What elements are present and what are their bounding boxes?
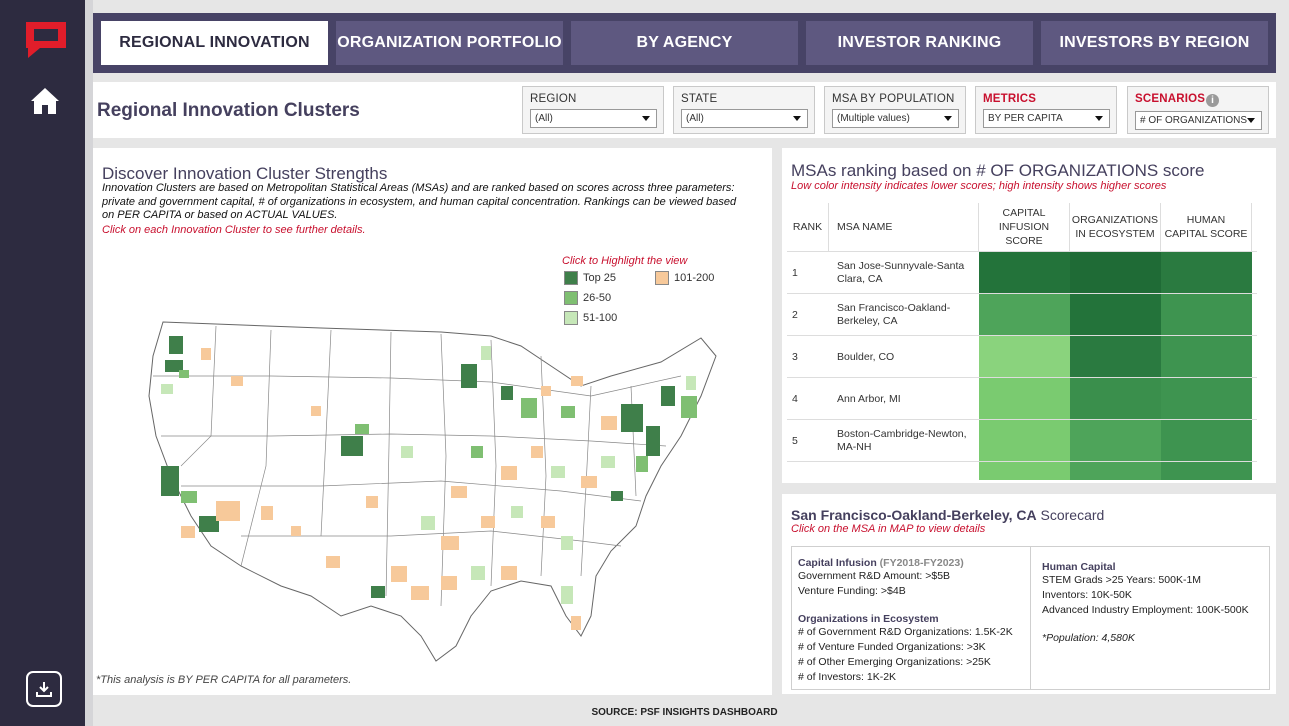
organizations-heat-cell[interactable] bbox=[1070, 378, 1161, 420]
filter-bar: Regional Innovation Clusters REGION (All… bbox=[93, 82, 1276, 138]
metrics-filter: METRICS BY PER CAPITA bbox=[975, 86, 1117, 134]
table-row[interactable]: 3 Boulder, CO bbox=[787, 335, 1257, 378]
scorecard-subtitle: Click on the MSA in MAP to view details bbox=[791, 523, 986, 535]
tab-regional-innovation[interactable]: REGIONAL INNOVATION bbox=[101, 21, 328, 65]
chevron-down-icon bbox=[1247, 118, 1255, 123]
chevron-down-icon bbox=[642, 116, 650, 121]
capital-heat-cell[interactable] bbox=[979, 378, 1070, 420]
page-title: Regional Innovation Clusters bbox=[97, 100, 360, 121]
home-icon[interactable] bbox=[29, 85, 61, 117]
legend-101-200[interactable]: 101-200 bbox=[655, 271, 714, 285]
capital-heat-cell[interactable] bbox=[979, 420, 1070, 462]
col-capital-header[interactable]: CAPITAL INFUSION SCORE bbox=[979, 203, 1070, 251]
map-title: Discover Innovation Cluster Strengths bbox=[102, 164, 388, 183]
rank-cell: 4 bbox=[792, 392, 798, 405]
col-human-header[interactable]: HUMAN CAPITAL SCORE bbox=[1161, 203, 1252, 251]
left-rail bbox=[0, 0, 85, 726]
msa-population-filter: MSA BY POPULATION (Multiple values) bbox=[824, 86, 966, 134]
scenarios-select[interactable]: # OF ORGANIZATIONS bbox=[1135, 111, 1262, 130]
col-organizations-header[interactable]: ORGANIZATIONS IN ECOSYSTEM bbox=[1070, 203, 1161, 251]
map-footnote: *This analysis is BY PER CAPITA for all … bbox=[96, 674, 352, 686]
capital-heat-cell[interactable] bbox=[979, 462, 1070, 480]
table-row[interactable]: 2 San Francisco-Oakland-Berkeley, CA bbox=[787, 293, 1257, 336]
capital-heat-cell[interactable] bbox=[979, 252, 1070, 294]
scorecard-title: San Francisco-Oakland-Berkeley, CA Score… bbox=[791, 507, 1105, 523]
human-heat-cell[interactable] bbox=[1161, 294, 1252, 336]
metrics-filter-label: METRICS bbox=[983, 93, 1037, 105]
human-capital-section: Human Capital STEM Grads >25 Years: 500K… bbox=[1042, 561, 1249, 644]
region-filter-label: REGION bbox=[530, 93, 577, 105]
human-heat-cell[interactable] bbox=[1161, 378, 1252, 420]
ranking-title: MSAs ranking based on # OF ORGANIZATIONS… bbox=[791, 161, 1205, 180]
msa-name-cell: Ann Arbor, MI bbox=[837, 392, 901, 405]
app-logo[interactable] bbox=[22, 20, 68, 60]
col-rank-header[interactable]: RANK bbox=[787, 203, 829, 251]
table-row[interactable]: 5 Boston-Cambridge-Newton, MA-NH bbox=[787, 419, 1257, 462]
organizations-heat-cell[interactable] bbox=[1070, 294, 1161, 336]
state-filter-label: STATE bbox=[681, 93, 718, 105]
tab-investors-by-region[interactable]: INVESTORS BY REGION bbox=[1041, 21, 1268, 65]
top-nav: REGIONAL INNOVATION ORGANIZATION PORTFOL… bbox=[93, 13, 1276, 73]
organizations-section: Organizations in Ecosystem # of Governme… bbox=[798, 613, 1013, 683]
capital-section: Capital Infusion (FY2018-FY2023) Governm… bbox=[798, 557, 964, 597]
scorecard-panel: San Francisco-Oakland-Berkeley, CA Score… bbox=[782, 494, 1276, 694]
table-row[interactable]: 4 Ann Arbor, MI bbox=[787, 377, 1257, 420]
scenarios-filter-label: SCENARIOS i bbox=[1135, 93, 1262, 107]
table-row[interactable] bbox=[787, 461, 1257, 480]
rank-cell: 1 bbox=[792, 266, 798, 279]
download-icon bbox=[36, 682, 52, 697]
map-description: Innovation Clusters are based on Metropo… bbox=[102, 182, 737, 221]
capital-heat-cell[interactable] bbox=[979, 294, 1070, 336]
rank-cell: 3 bbox=[792, 350, 798, 363]
rank-cell: 2 bbox=[792, 308, 798, 321]
chevron-down-icon bbox=[1095, 116, 1103, 121]
download-button[interactable] bbox=[26, 671, 62, 707]
msa-population-select[interactable]: (Multiple values) bbox=[832, 109, 959, 128]
msa-name-cell: Boston-Cambridge-Newton, MA-NH bbox=[837, 428, 967, 453]
msa-name-cell: San Francisco-Oakland-Berkeley, CA bbox=[837, 302, 951, 327]
scorecard-box: Capital Infusion (FY2018-FY2023) Governm… bbox=[791, 546, 1270, 690]
legend-top-25[interactable]: Top 25 bbox=[564, 271, 616, 285]
organizations-heat-cell[interactable] bbox=[1070, 420, 1161, 462]
tab-organization-portfolio[interactable]: ORGANIZATION PORTFOLIO bbox=[336, 21, 563, 65]
human-heat-cell[interactable] bbox=[1161, 336, 1252, 378]
organizations-heat-cell[interactable] bbox=[1070, 336, 1161, 378]
legend-hint: Click to Highlight the view bbox=[562, 255, 688, 267]
tab-by-agency[interactable]: BY AGENCY bbox=[571, 21, 798, 65]
organizations-heat-cell[interactable] bbox=[1070, 252, 1161, 294]
table-row[interactable]: 1 San Jose-Sunnyvale-Santa Clara, CA bbox=[787, 251, 1257, 294]
legend-26-50[interactable]: 26-50 bbox=[564, 291, 611, 305]
metrics-select[interactable]: BY PER CAPITA bbox=[983, 109, 1110, 128]
human-heat-cell[interactable] bbox=[1161, 252, 1252, 294]
state-filter: STATE (All) bbox=[673, 86, 815, 134]
capital-heat-cell[interactable] bbox=[979, 336, 1070, 378]
rail-divider bbox=[85, 0, 93, 726]
human-heat-cell[interactable] bbox=[1161, 462, 1252, 480]
state-select[interactable]: (All) bbox=[681, 109, 808, 128]
ranking-panel: MSAs ranking based on # OF ORGANIZATIONS… bbox=[782, 148, 1276, 483]
rank-cell: 5 bbox=[792, 434, 798, 447]
map-instruction: Click on each Innovation Cluster to see … bbox=[102, 224, 366, 236]
msa-population-filter-label: MSA BY POPULATION bbox=[832, 93, 955, 105]
col-msa-header[interactable]: MSA NAME bbox=[829, 203, 979, 251]
region-filter: REGION (All) bbox=[522, 86, 664, 134]
us-cluster-map[interactable] bbox=[141, 316, 731, 668]
scenarios-filter: SCENARIOS i # OF ORGANIZATIONS bbox=[1127, 86, 1269, 134]
chevron-down-icon bbox=[793, 116, 801, 121]
us-outline bbox=[148, 321, 717, 662]
region-select[interactable]: (All) bbox=[530, 109, 657, 128]
msa-name-cell: San Jose-Sunnyvale-Santa Clara, CA bbox=[837, 260, 965, 285]
chevron-down-icon bbox=[944, 116, 952, 121]
msa-name-cell: Boulder, CO bbox=[837, 350, 895, 363]
tab-investor-ranking[interactable]: INVESTOR RANKING bbox=[806, 21, 1033, 65]
ranking-subtitle: Low color intensity indicates lower scor… bbox=[791, 180, 1167, 192]
human-heat-cell[interactable] bbox=[1161, 420, 1252, 462]
info-icon[interactable]: i bbox=[1206, 94, 1220, 107]
map-panel: Discover Innovation Cluster Strengths In… bbox=[93, 148, 772, 695]
organizations-heat-cell[interactable] bbox=[1070, 462, 1161, 480]
source-note: SOURCE: PSF INSIGHTS DASHBOARD bbox=[591, 707, 778, 718]
